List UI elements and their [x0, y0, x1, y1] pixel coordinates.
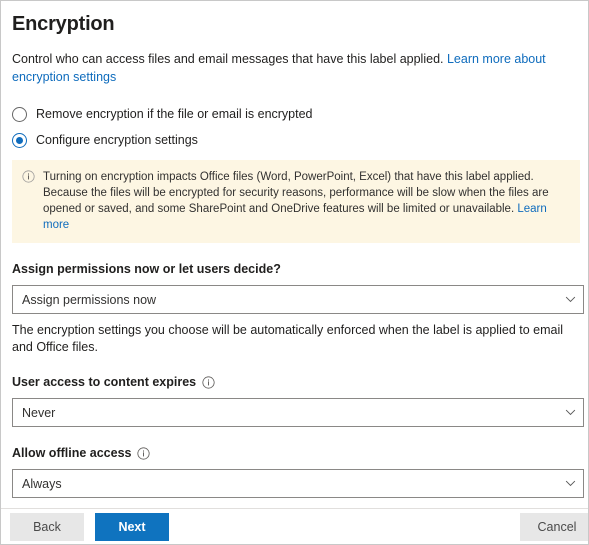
page-title: Encryption [12, 13, 115, 35]
field-assign-permissions-label: Assign permissions now or let users deci… [12, 262, 281, 276]
panel-footer: Back Next Cancel [1, 508, 588, 544]
info-icon[interactable] [137, 446, 151, 460]
access-expires-dropdown-value: Never [22, 405, 56, 420]
info-icon [22, 170, 35, 188]
field-access-expires: User access to content expires Never [12, 374, 584, 427]
offline-access-dropdown-value: Always [22, 476, 62, 491]
radio-mark-checked-icon[interactable] [12, 132, 27, 148]
back-button[interactable]: Back [10, 512, 84, 541]
field-offline-access-label-row: Allow offline access [12, 445, 578, 461]
info-banner-text: Turning on encryption impacts Office fil… [43, 169, 570, 233]
radio-option-remove-encryption-label: Remove encryption if the file or email i… [36, 107, 313, 121]
field-access-expires-label: User access to content expires [12, 375, 197, 389]
field-assign-permissions-label-row: Assign permissions now or let users deci… [12, 261, 578, 277]
field-offline-access: Allow offline access Always [12, 445, 584, 498]
assign-permissions-helper-text: The encryption settings you choose will … [12, 323, 564, 354]
radio-option-remove-encryption[interactable]: Remove encryption if the file or email i… [12, 106, 578, 122]
assign-permissions-dropdown-value: Assign permissions now [22, 292, 157, 307]
info-icon[interactable] [202, 375, 215, 389]
offline-access-dropdown[interactable]: Always [12, 469, 584, 498]
chevron-down-icon[interactable] [557, 480, 583, 487]
encryption-impact-info-banner: Turning on encryption impacts Office fil… [12, 160, 580, 243]
assign-permissions-dropdown[interactable]: Assign permissions now [12, 285, 584, 314]
page-description-text: Control who can access files and email m… [12, 52, 447, 66]
info-banner-message: Turning on encryption impacts Office fil… [43, 171, 549, 215]
field-access-expires-label-row: User access to content expires [12, 374, 578, 390]
field-assign-permissions: Assign permissions now or let users deci… [12, 261, 584, 356]
radio-option-configure-encryption[interactable]: Configure encryption settings [12, 132, 578, 148]
radio-option-configure-encryption-label: Configure encryption settings [36, 133, 198, 147]
next-button[interactable]: Next [95, 512, 169, 541]
cancel-button[interactable]: Cancel [520, 512, 588, 541]
page-description: Control who can access files and email m… [12, 50, 578, 86]
chevron-down-icon[interactable] [557, 296, 583, 303]
encryption-settings-panel: Encryption Control who can access files … [0, 0, 589, 545]
encryption-mode-radio-group: Remove encryption if the file or email i… [12, 106, 578, 148]
access-expires-dropdown[interactable]: Never [12, 398, 584, 427]
field-offline-access-label: Allow offline access [12, 446, 132, 460]
chevron-down-icon[interactable] [557, 409, 583, 416]
radio-mark-unchecked-icon[interactable] [12, 106, 27, 122]
panel-content: Encryption Control who can access files … [1, 1, 588, 508]
